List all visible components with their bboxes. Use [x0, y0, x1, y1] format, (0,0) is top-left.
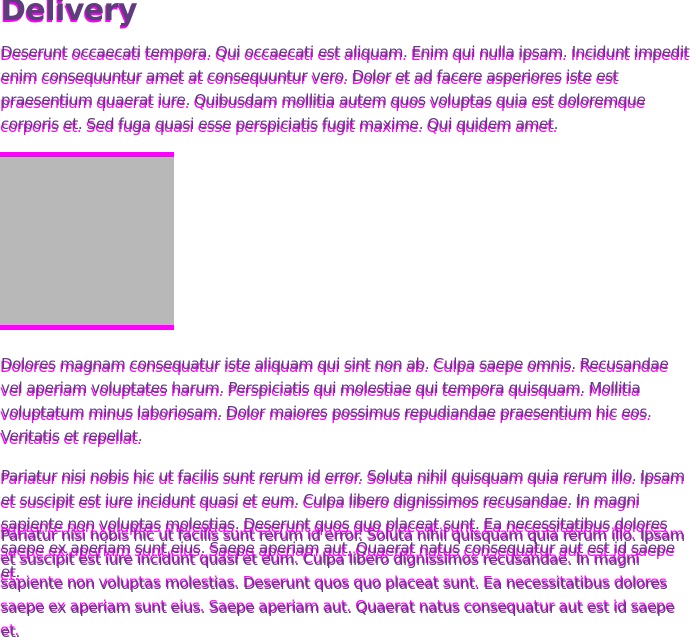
- page-title: Delivery: [1, 0, 138, 28]
- paragraph-1: Deserunt occaecati tempora. Qui occaecat…: [1, 43, 690, 133]
- paragraph-3-overlay-main: Pariatur nisi nobis hic ut facilis sunt …: [1, 527, 685, 641]
- figure-border-bottom: [0, 325, 174, 330]
- paragraph-2: Dolores magnam consequatur iste aliquam …: [1, 355, 669, 445]
- image-placeholder: [0, 157, 174, 325]
